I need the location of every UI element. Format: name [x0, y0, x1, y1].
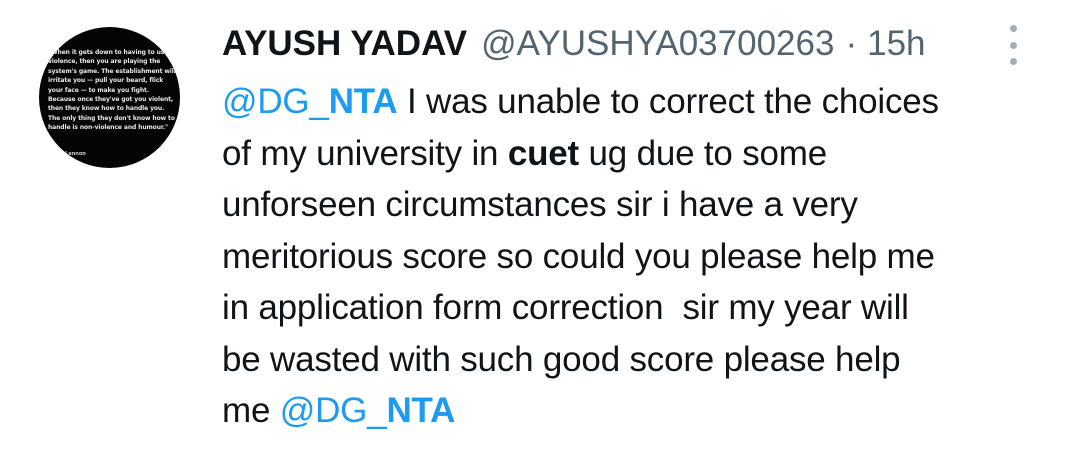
display-name[interactable]: AYUSH YADAV: [222, 23, 467, 65]
more-dot-2: [1009, 41, 1017, 49]
tweet-header: AYUSH YADAV @AYUSHYA03700263 · 15h: [222, 23, 926, 65]
hashtag-word-cuet: cuet: [507, 133, 579, 173]
avatar-quote-author: John Lennon: [51, 151, 86, 157]
mention-link-end[interactable]: @DG_NTA: [280, 391, 456, 430]
more-options-icon[interactable]: [999, 25, 1027, 65]
avatar[interactable]: "When it gets down to having to use viol…: [39, 27, 180, 168]
more-dot-1: [1009, 25, 1017, 32]
more-dot-3: [1009, 58, 1017, 65]
avatar-quote-text: "When it gets down to having to use viol…: [48, 49, 176, 132]
tweet-text: @DG_NTA I was unable to correct the choi…: [222, 82, 939, 430]
separator-dot: ·: [845, 24, 858, 63]
timestamp[interactable]: 15h: [867, 23, 925, 65]
tweet[interactable]: "When it gets down to having to use viol…: [0, 0, 1065, 449]
mention-link[interactable]: @DG_NTA: [222, 82, 398, 121]
user-handle[interactable]: @AYUSHYA03700263: [481, 23, 834, 65]
